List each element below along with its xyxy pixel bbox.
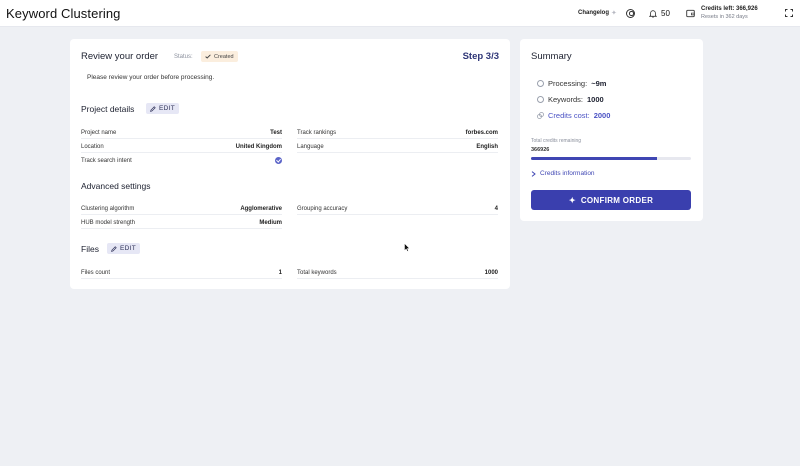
project-details-title: Project details [81,104,135,114]
detail-row-hub-model-strength: HUB model strength Medium [81,219,282,229]
edit-files-button[interactable]: EDIT [107,243,141,254]
detail-row-language: Language English [297,143,498,153]
remaining-credits-bar [531,157,691,160]
edit-project-details-button[interactable]: EDIT [146,103,180,114]
sparkle-icon: ✦ [611,10,617,17]
remaining-credits-label: Total credits remaining [531,138,582,144]
detail-key: Total keywords [297,270,337,276]
detail-row-track-search-intent: Track search intent [81,157,282,167]
edit-label: EDIT [159,105,176,112]
changelog-link[interactable]: Changelog [578,10,609,16]
processing-label: Processing: [548,79,588,88]
pencil-icon [111,245,117,252]
summary-title: Summary [531,51,572,62]
star-icon: ✦ [568,195,576,205]
user-circle-icon[interactable] [626,9,635,18]
coins-icon [537,112,544,119]
detail-key: Track rankings [297,130,337,136]
detail-value: forbes.com [465,130,498,136]
detail-key: Files count [81,270,111,276]
confirm-order-button[interactable]: ✦ CONFIRM ORDER [531,190,691,210]
wallet-icon [686,9,695,18]
top-bar: Keyword Clustering Changelog ✦ 50 Credit… [0,0,800,27]
app-title: Keyword Clustering [6,6,121,21]
detail-key: Grouping accuracy [297,206,348,212]
detail-key: Location [81,144,104,150]
detail-row-total-keywords: Total keywords 1000 [297,269,498,279]
credits-information-toggle[interactable]: Credits information [531,170,595,177]
detail-value: 1000 [484,270,498,276]
detail-value: 1 [278,270,282,276]
credits-cost-value: 2000 [593,111,611,120]
detail-row-clustering-algorithm: Clustering algorithm Agglomerative [81,205,282,215]
detail-value: United Kingdom [235,144,282,150]
edit-label: EDIT [120,245,137,252]
status-value: Created [214,53,234,60]
bell-icon[interactable] [649,9,657,18]
detail-value: Test [270,130,282,136]
credits-cost-label: Credits cost: [548,111,590,120]
check-icon [205,54,211,59]
review-order-title: Review your order [81,51,159,62]
review-intro: Please review your order before processi… [87,74,215,81]
step-indicator: Step 3/3 [462,51,499,62]
detail-row-grouping-accuracy: Grouping accuracy 4 [297,205,498,215]
confirm-order-label: CONFIRM ORDER [580,195,654,205]
detail-row-location: Location United Kingdom [81,143,282,153]
detail-key: Track search intent [81,158,132,164]
detail-row-files-count: Files count 1 [81,269,282,279]
credits-information-label: Credits information [540,170,595,177]
detail-value: Medium [259,220,282,226]
status-label: Status: [174,54,193,60]
keyword-icon [537,96,544,103]
credits-cost-line: Credits cost: 2000 [537,111,610,120]
processing-line: Processing: ~9m [537,79,606,88]
review-order-card: Review your order Status: Created Step 3… [70,39,510,289]
detail-value: English [476,144,498,150]
detail-key: HUB model strength [81,220,136,226]
keywords-line: Keywords: 1000 [537,95,604,104]
chevron-right-icon [531,170,536,177]
credits-left: Credits left: 366,926 [701,6,758,12]
remaining-credits-fill [531,157,658,160]
advanced-settings-title: Advanced settings [81,181,151,191]
processing-value: ~9m [591,79,607,88]
detail-value: Agglomerative [240,206,282,212]
remaining-credits-value: 366926 [531,147,550,153]
pencil-icon [150,105,156,112]
keywords-value: 1000 [587,95,604,104]
detail-key: Project name [81,130,117,136]
notification-count[interactable]: 50 [661,9,670,18]
status-badge: Created [201,51,238,62]
files-title: Files [81,244,99,254]
check-circle-icon [275,157,282,164]
cursor-icon [404,243,410,252]
clock-icon [537,80,544,87]
detail-key: Language [297,144,324,150]
expand-icon[interactable] [785,9,793,17]
keywords-label: Keywords: [548,95,584,104]
detail-row-project-name: Project name Test [81,129,282,139]
summary-card: Summary Processing: ~9m Keywords: 1000 C… [520,39,703,221]
detail-row-track-rankings: Track rankings forbes.com [297,129,498,139]
credits-reset-note: Resets in 362 days [701,14,748,20]
detail-key: Clustering algorithm [81,206,135,212]
detail-value: 4 [494,206,498,212]
